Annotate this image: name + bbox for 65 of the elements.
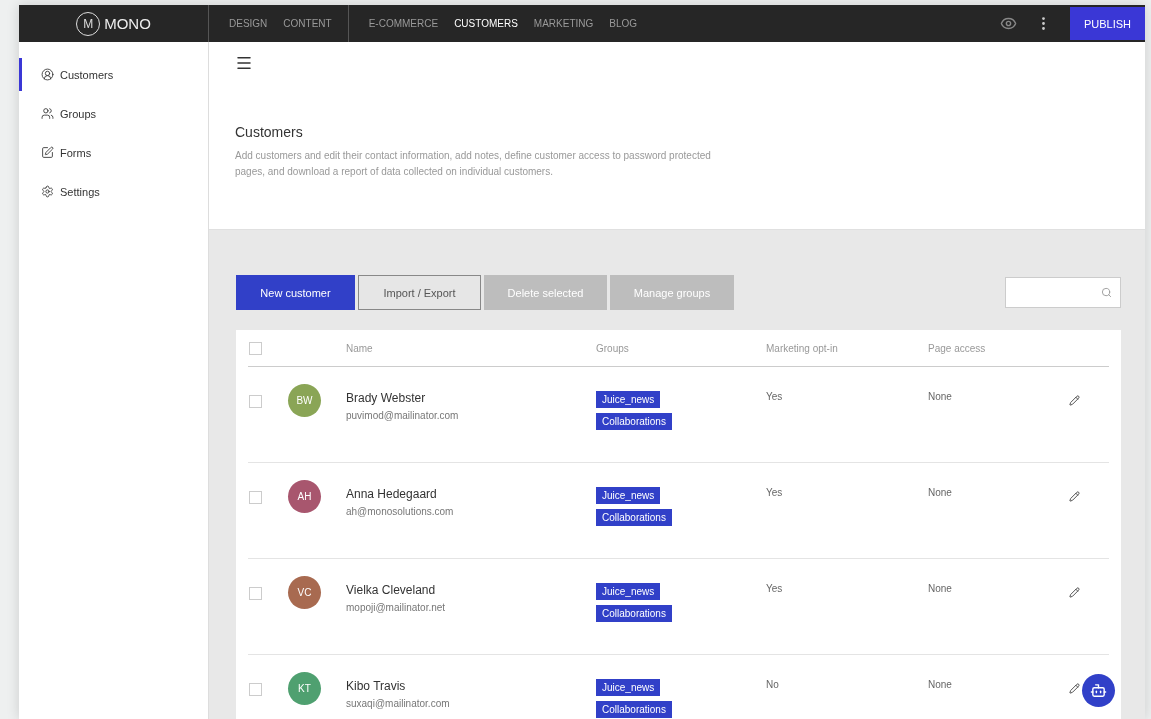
toolbar-button[interactable]: New customer: [236, 275, 355, 310]
page-title: Customers: [235, 124, 304, 140]
column-header: Page access: [928, 342, 987, 354]
table-cell-text: Yes: [766, 487, 784, 498]
publish-button[interactable]: PUBLISH: [1069, 7, 1145, 40]
customer-name: Brady Webster: [346, 391, 427, 405]
sidebar-item[interactable]: Forms: [19, 136, 208, 169]
user-icon: [41, 68, 54, 81]
sidebar-item[interactable]: Settings: [19, 175, 208, 208]
column-header: Name: [346, 342, 374, 354]
search-field[interactable]: [1005, 277, 1121, 308]
table-cell-text: None: [928, 391, 953, 402]
settings-icon: [41, 185, 54, 198]
preview-icon[interactable]: [999, 15, 1017, 32]
edit-icon[interactable]: [1069, 491, 1080, 502]
table-cell-text: None: [928, 583, 953, 594]
robot-icon: [1090, 682, 1107, 699]
column-header: Groups: [596, 342, 630, 354]
group-tag: Juice_news: [596, 391, 661, 408]
avatar: VC: [288, 576, 321, 609]
customer-email: puvimod@mailinator.com: [346, 410, 460, 421]
edit-icon[interactable]: [1069, 683, 1080, 694]
nav-tab[interactable]: CUSTOMERS: [446, 18, 526, 29]
group-tag: Collaborations: [596, 605, 672, 622]
toolbar-button[interactable]: Import / Export: [358, 275, 481, 310]
group-tag: Juice_news: [596, 583, 661, 600]
row-checkbox[interactable]: [249, 395, 262, 408]
sidebar-item[interactable]: Groups: [19, 97, 208, 130]
customer-email: suxaqi@mailinator.com: [346, 698, 451, 709]
edit-icon[interactable]: [1069, 587, 1080, 598]
users-icon: [41, 107, 54, 120]
nav-tab[interactable]: DESIGN: [221, 18, 276, 29]
row-checkbox[interactable]: [249, 683, 262, 696]
nav-tab[interactable]: E-COMMERCE: [360, 18, 447, 29]
group-tag: Collaborations: [596, 701, 672, 718]
select-all-checkbox[interactable]: [249, 341, 262, 355]
customer-email: ah@monosolutions.com: [346, 506, 455, 517]
group-tag: Juice_news: [596, 679, 661, 696]
customer-name: Kibo Travis: [346, 679, 407, 693]
avatar: AH: [288, 480, 321, 513]
menu-icon[interactable]: [235, 54, 253, 72]
table-cell-text: Yes: [766, 391, 784, 402]
form-icon: [41, 146, 54, 159]
group-tag: Juice_news: [596, 487, 661, 504]
table-cell-text: None: [928, 487, 953, 498]
group-tag: Collaborations: [596, 509, 672, 526]
customer-email: mopoji@mailinator.net: [346, 602, 447, 613]
table-cell-text: No: [766, 679, 780, 690]
column-header: Marketing opt-in: [766, 342, 839, 354]
row-checkbox[interactable]: [249, 587, 262, 600]
table-cell-text: Yes: [766, 583, 784, 594]
search-icon: [1101, 287, 1112, 298]
avatar: KT: [288, 672, 321, 705]
row-checkbox[interactable]: [249, 491, 262, 504]
page-description: Add customers and edit their contact information, add notes, define customer access to password protected pages, and download a report of data collected on individual customers.: [235, 149, 712, 179]
edit-icon[interactable]: [1069, 395, 1080, 406]
logo-text: MONO: [104, 15, 151, 32]
group-tag: Collaborations: [596, 413, 672, 430]
customer-name: Anna Hedegaard: [346, 487, 438, 501]
customer-name: Vielka Cleveland: [346, 583, 437, 597]
table-cell-text: None: [928, 679, 953, 690]
nav-tab[interactable]: CONTENT: [275, 18, 340, 29]
avatar: BW: [288, 384, 321, 417]
nav-tab[interactable]: BLOG: [601, 18, 646, 29]
nav-tab[interactable]: MARKETING: [525, 18, 602, 29]
